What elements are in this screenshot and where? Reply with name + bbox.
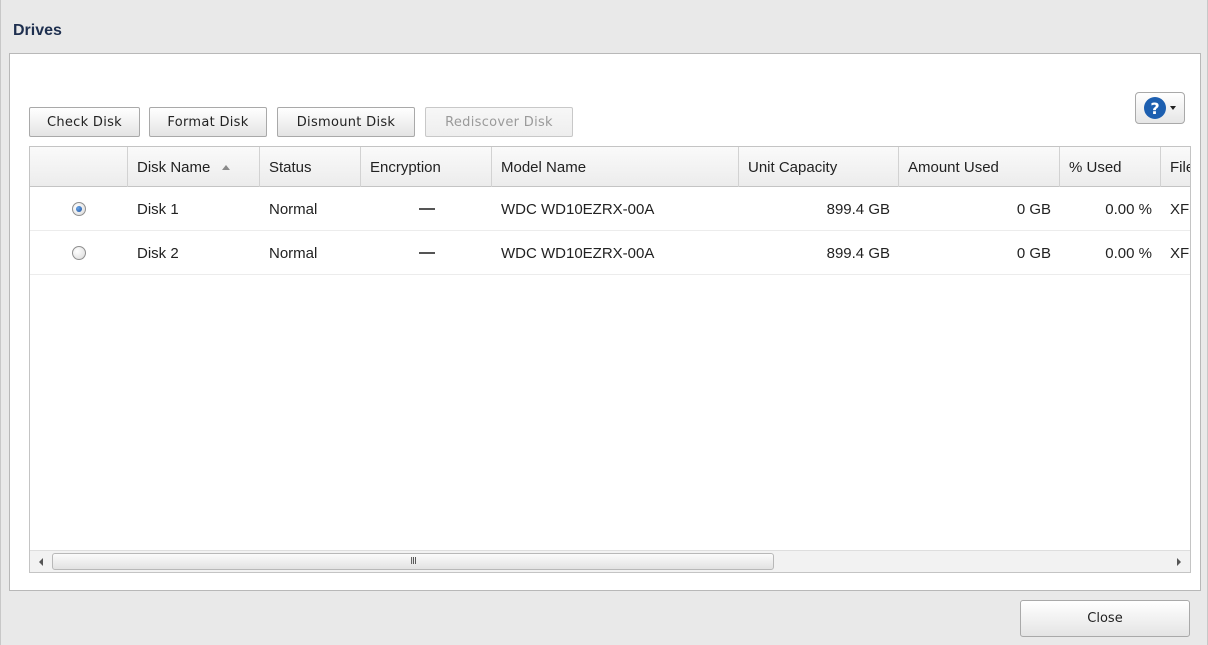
help-icon: ? <box>1144 97 1166 119</box>
drives-dialog: Drives ? Check Disk Format Disk Dismount… <box>0 0 1208 645</box>
model-name-cell: WDC WD10EZRX-00A <box>501 200 655 218</box>
table-row[interactable]: Disk 2 Normal WDC WD10EZRX-00A 899.4 GB … <box>30 231 1190 275</box>
table-row[interactable]: Disk 1 Normal WDC WD10EZRX-00A 899.4 GB … <box>30 187 1190 231</box>
amount-used-column-header[interactable]: Amount Used <box>899 147 1060 187</box>
row-select-cell <box>30 231 128 275</box>
select-column-header <box>30 147 128 187</box>
arrow-right-icon <box>1177 557 1181 566</box>
disk-name-header-label: Disk Name <box>137 158 211 176</box>
chevron-down-icon <box>1170 106 1176 110</box>
row-select-cell <box>30 187 128 231</box>
drives-table: Disk Name Status Encryption Model Name U… <box>29 146 1191 573</box>
percent-used-cell: 0.00 % <box>1105 244 1152 262</box>
format-disk-button[interactable]: Format Disk <box>149 107 267 137</box>
sort-ascending-icon <box>222 164 231 170</box>
rediscover-disk-button[interactable]: Rediscover Disk <box>425 107 573 137</box>
help-button[interactable]: ? <box>1135 92 1185 124</box>
file-system-cell: XFS <box>1170 244 1190 262</box>
encryption-column-header[interactable]: Encryption <box>361 147 492 187</box>
scroll-right-button[interactable] <box>1170 551 1188 572</box>
model-name-cell: WDC WD10EZRX-00A <box>501 244 655 262</box>
dismount-disk-button[interactable]: Dismount Disk <box>277 107 415 137</box>
dialog-title: Drives <box>13 22 62 39</box>
horizontal-scrollbar[interactable]: III <box>30 550 1190 572</box>
amount-used-cell: 0 GB <box>1016 244 1051 262</box>
table-header: Disk Name Status Encryption Model Name U… <box>30 147 1190 187</box>
model-name-column-header[interactable]: Model Name <box>492 147 739 187</box>
radio-dot <box>76 206 82 212</box>
encryption-none-icon <box>418 252 435 254</box>
encryption-cell <box>361 187 492 231</box>
disk-name-cell: Disk 2 <box>137 244 179 262</box>
check-disk-button[interactable]: Check Disk <box>29 107 140 137</box>
encryption-cell <box>361 231 492 275</box>
disk-name-cell: Disk 1 <box>137 200 179 218</box>
disk-name-column-header[interactable]: Disk Name <box>128 147 260 187</box>
status-cell: Normal <box>269 244 318 262</box>
arrow-left-icon <box>39 557 43 566</box>
percent-used-column-header[interactable]: % Used <box>1060 147 1161 187</box>
disk-2-radio[interactable] <box>72 246 86 260</box>
scroll-left-button[interactable] <box>32 551 50 572</box>
scrollbar-thumb[interactable]: III <box>52 553 774 570</box>
status-cell: Normal <box>269 200 318 218</box>
unit-capacity-cell: 899.4 GB <box>826 200 890 218</box>
disk-1-radio[interactable] <box>72 202 86 216</box>
unit-capacity-cell: 899.4 GB <box>826 244 890 262</box>
percent-used-cell: 0.00 % <box>1105 200 1152 218</box>
unit-capacity-column-header[interactable]: Unit Capacity <box>739 147 899 187</box>
file-system-column-header[interactable]: File System <box>1161 147 1190 187</box>
amount-used-cell: 0 GB <box>1016 200 1051 218</box>
close-button[interactable]: Close <box>1020 600 1190 637</box>
encryption-none-icon <box>418 208 435 210</box>
status-column-header[interactable]: Status <box>260 147 361 187</box>
file-system-cell: XFS <box>1170 200 1190 218</box>
grip-icon: III <box>410 556 417 567</box>
drives-panel: ? Check Disk Format Disk Dismount Disk R… <box>9 53 1201 591</box>
